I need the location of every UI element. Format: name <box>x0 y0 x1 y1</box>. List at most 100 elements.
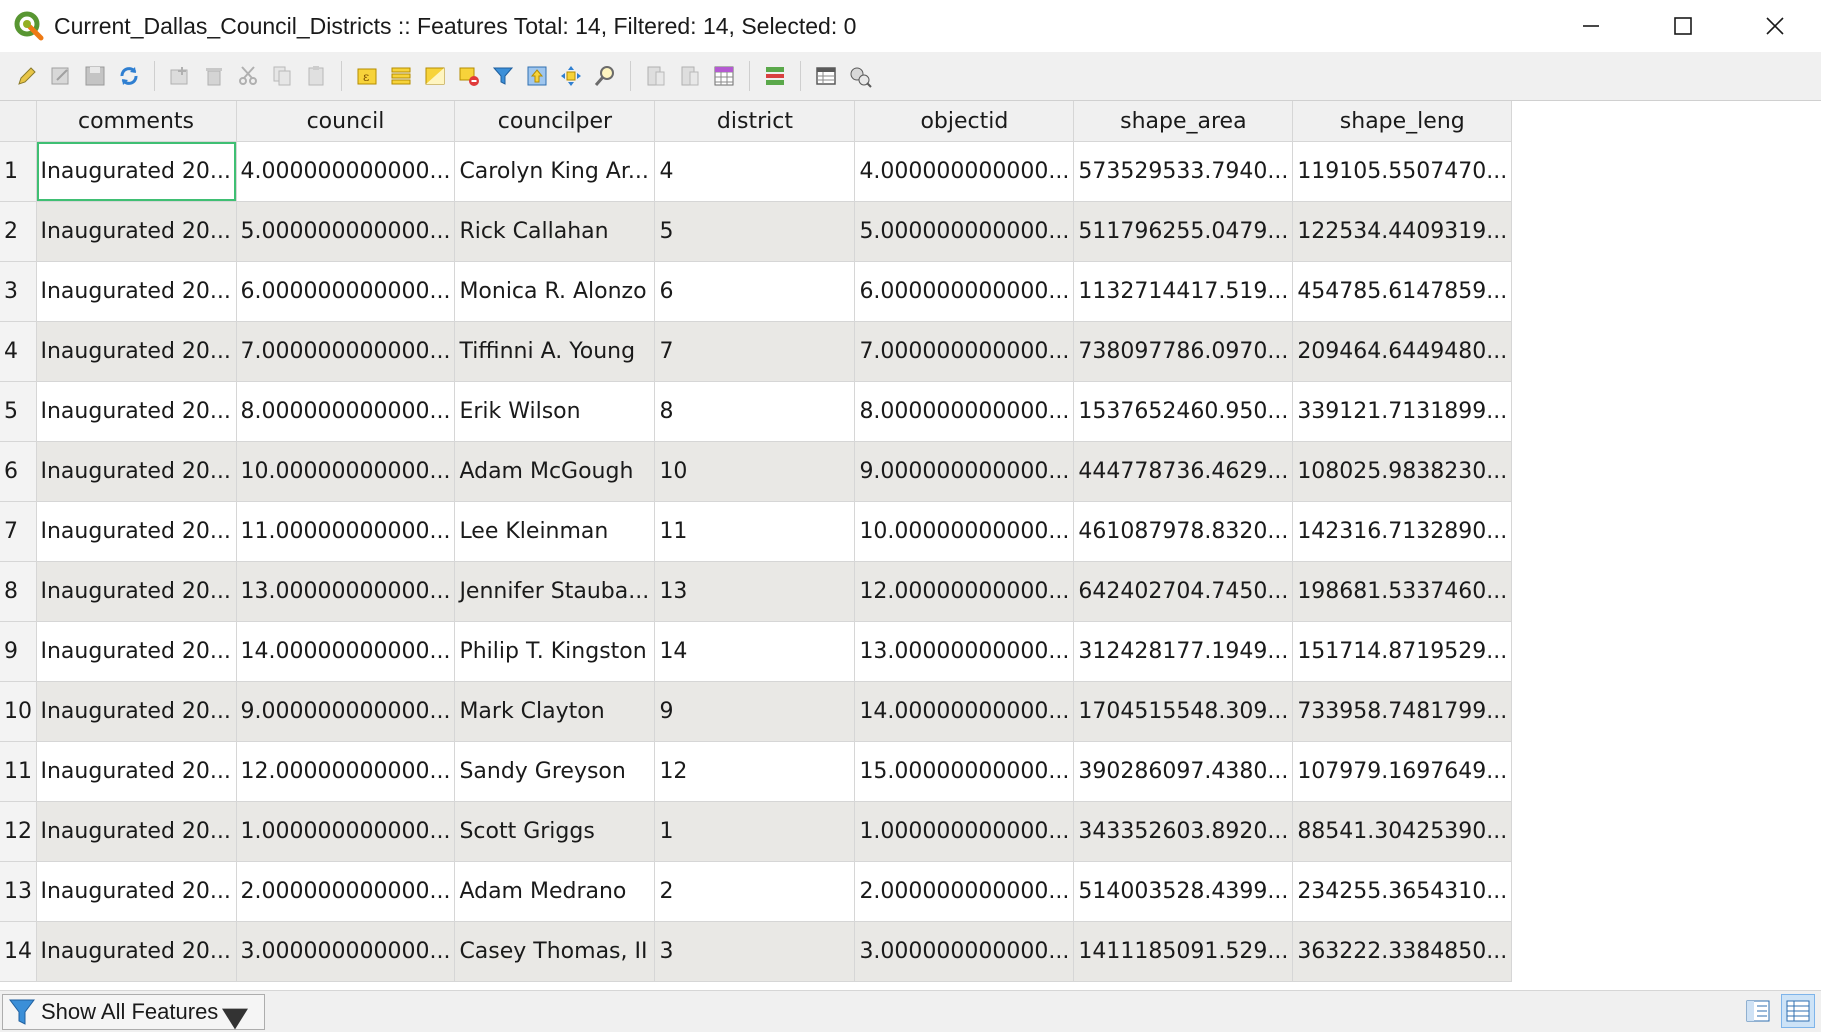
cell-shape-leng[interactable]: 107979.1697649... <box>1292 741 1513 802</box>
cell-council[interactable]: 5.000000000000... <box>236 201 456 262</box>
cell-comments[interactable]: Inaugurated 20... <box>36 201 237 262</box>
cell-shape-leng[interactable]: 119105.5507470... <box>1292 141 1513 202</box>
cell-district[interactable]: 5 <box>654 201 856 262</box>
cell-council[interactable]: 12.00000000000... <box>236 741 456 802</box>
row-number[interactable]: 3 <box>0 261 37 322</box>
cell-council[interactable]: 3.000000000000... <box>236 921 456 982</box>
cell-objectid[interactable]: 15.00000000000... <box>854 741 1075 802</box>
cell-district[interactable]: 2 <box>654 861 856 922</box>
cell-comments[interactable]: Inaugurated 20... <box>36 381 237 442</box>
column-header-objectid[interactable]: objectid <box>854 101 1075 142</box>
filter-select-button[interactable] <box>489 62 517 90</box>
cell-councilper[interactable]: Sandy Greyson <box>454 741 656 802</box>
cell-district[interactable]: 12 <box>654 741 856 802</box>
show-all-features-button[interactable]: Show All Features <box>2 993 266 1030</box>
cell-shape-area[interactable]: 444778736.4629... <box>1073 441 1294 502</box>
copy-button[interactable] <box>268 62 296 90</box>
maximize-button[interactable] <box>1637 0 1729 52</box>
cell-district[interactable]: 7 <box>654 321 856 382</box>
cell-objectid[interactable]: 6.000000000000... <box>854 261 1075 322</box>
cell-council[interactable]: 8.000000000000... <box>236 381 456 442</box>
select-all-button[interactable] <box>387 62 415 90</box>
column-header-council[interactable]: council <box>236 101 456 142</box>
cell-objectid[interactable]: 12.00000000000... <box>854 561 1075 622</box>
cell-shape-area[interactable]: 312428177.1949... <box>1073 621 1294 682</box>
cell-comments[interactable]: Inaugurated 20... <box>36 261 237 322</box>
cell-councilper[interactable]: Scott Griggs <box>454 801 656 862</box>
cell-shape-area[interactable]: 642402704.7450... <box>1073 561 1294 622</box>
deselect-all-button[interactable] <box>455 62 483 90</box>
cell-comments[interactable]: Inaugurated 20... <box>36 561 237 622</box>
table-row[interactable]: 8 Inaugurated 20... 13.00000000000... Jenni… <box>0 561 1513 622</box>
cell-objectid[interactable]: 9.000000000000... <box>854 441 1075 502</box>
table-row[interactable]: 1 Inaugurated 20... 4.000000000000... Carol… <box>0 141 1513 202</box>
cell-district[interactable]: 9 <box>654 681 856 742</box>
cell-councilper[interactable]: Lee Kleinman <box>454 501 656 562</box>
cell-comments[interactable]: Inaugurated 20... <box>36 921 237 982</box>
save-edits-button[interactable] <box>81 62 109 90</box>
cell-shape-area[interactable]: 390286097.4380... <box>1073 741 1294 802</box>
cell-objectid[interactable]: 1.000000000000... <box>854 801 1075 862</box>
cell-councilper[interactable]: Tiffinni A. Young <box>454 321 656 382</box>
table-row[interactable]: 10 Inaugurated 20... 9.000000000000... Mark… <box>0 681 1513 742</box>
row-number[interactable]: 7 <box>0 501 37 562</box>
cell-objectid[interactable]: 14.00000000000... <box>854 681 1075 742</box>
invert-selection-button[interactable] <box>421 62 449 90</box>
cell-councilper[interactable]: Mark Clayton <box>454 681 656 742</box>
column-header-district[interactable]: district <box>654 101 856 142</box>
select-by-expression-button[interactable]: ε <box>353 62 381 90</box>
delete-field-button[interactable] <box>676 62 704 90</box>
cell-shape-area[interactable]: 1704515548.309... <box>1073 681 1294 742</box>
table-row[interactable]: 14 Inaugurated 20... 3.000000000000... Case… <box>0 921 1513 982</box>
cell-district[interactable]: 4 <box>654 141 856 202</box>
cell-district[interactable]: 10 <box>654 441 856 502</box>
column-header-shape-area[interactable]: shape_area <box>1073 101 1294 142</box>
table-row[interactable]: 12 Inaugurated 20... 1.000000000000... Scot… <box>0 801 1513 862</box>
row-number[interactable]: 11 <box>0 741 37 802</box>
cell-district[interactable]: 3 <box>654 921 856 982</box>
table-row[interactable]: 13 Inaugurated 20... 2.000000000000... Adam… <box>0 861 1513 922</box>
cut-button[interactable] <box>234 62 262 90</box>
cell-councilper[interactable]: Casey Thomas, II <box>454 921 656 982</box>
cell-shape-leng[interactable]: 88541.30425390... <box>1292 801 1513 862</box>
cell-shape-leng[interactable]: 234255.3654310... <box>1292 861 1513 922</box>
zoom-to-selected-button[interactable] <box>591 62 619 90</box>
cell-district[interactable]: 14 <box>654 621 856 682</box>
cell-shape-leng[interactable]: 151714.8719529... <box>1292 621 1513 682</box>
cell-objectid[interactable]: 2.000000000000... <box>854 861 1075 922</box>
cell-shape-area[interactable]: 511796255.0479... <box>1073 201 1294 262</box>
corner-header[interactable] <box>0 101 37 142</box>
cell-councilper[interactable]: Jennifer Stauba... <box>454 561 656 622</box>
cell-councilper[interactable]: Rick Callahan <box>454 201 656 262</box>
cell-comments[interactable]: Inaugurated 20... <box>36 501 237 562</box>
cell-comments[interactable]: Inaugurated 20... <box>36 321 237 382</box>
cell-comments[interactable]: Inaugurated 20... <box>36 441 237 502</box>
row-number[interactable]: 2 <box>0 201 37 262</box>
move-selection-to-top-button[interactable] <box>523 62 551 90</box>
table-row[interactable]: 6 Inaugurated 20... 10.00000000000... Adam … <box>0 441 1513 502</box>
row-number[interactable]: 6 <box>0 441 37 502</box>
cell-shape-area[interactable]: 1411185091.529... <box>1073 921 1294 982</box>
close-button[interactable] <box>1729 0 1821 52</box>
table-row[interactable]: 4 Inaugurated 20... 7.000000000000... Tiffi… <box>0 321 1513 382</box>
actions-button[interactable] <box>846 62 874 90</box>
cell-council[interactable]: 7.000000000000... <box>236 321 456 382</box>
cell-objectid[interactable]: 5.000000000000... <box>854 201 1075 262</box>
column-header-councilper[interactable]: councilper <box>454 101 656 142</box>
pan-to-selected-button[interactable] <box>557 62 585 90</box>
cell-shape-area[interactable]: 573529533.7940... <box>1073 141 1294 202</box>
table-row[interactable]: 3 Inaugurated 20... 6.000000000000... Monic… <box>0 261 1513 322</box>
new-field-button[interactable] <box>642 62 670 90</box>
add-feature-button[interactable] <box>166 62 194 90</box>
cell-council[interactable]: 9.000000000000... <box>236 681 456 742</box>
cell-objectid[interactable]: 10.00000000000... <box>854 501 1075 562</box>
delete-feature-button[interactable] <box>200 62 228 90</box>
cell-shape-leng[interactable]: 198681.5337460... <box>1292 561 1513 622</box>
cell-comments[interactable]: Inaugurated 20... <box>36 621 237 682</box>
cell-shape-leng[interactable]: 142316.7132890... <box>1292 501 1513 562</box>
table-row[interactable]: 2 Inaugurated 20... 5.000000000000... Rick … <box>0 201 1513 262</box>
cell-council[interactable]: 14.00000000000... <box>236 621 456 682</box>
column-header-shape-leng[interactable]: shape_leng <box>1292 101 1513 142</box>
table-row[interactable]: 7 Inaugurated 20... 11.00000000000... Lee K… <box>0 501 1513 562</box>
dock-table-button[interactable] <box>812 62 840 90</box>
